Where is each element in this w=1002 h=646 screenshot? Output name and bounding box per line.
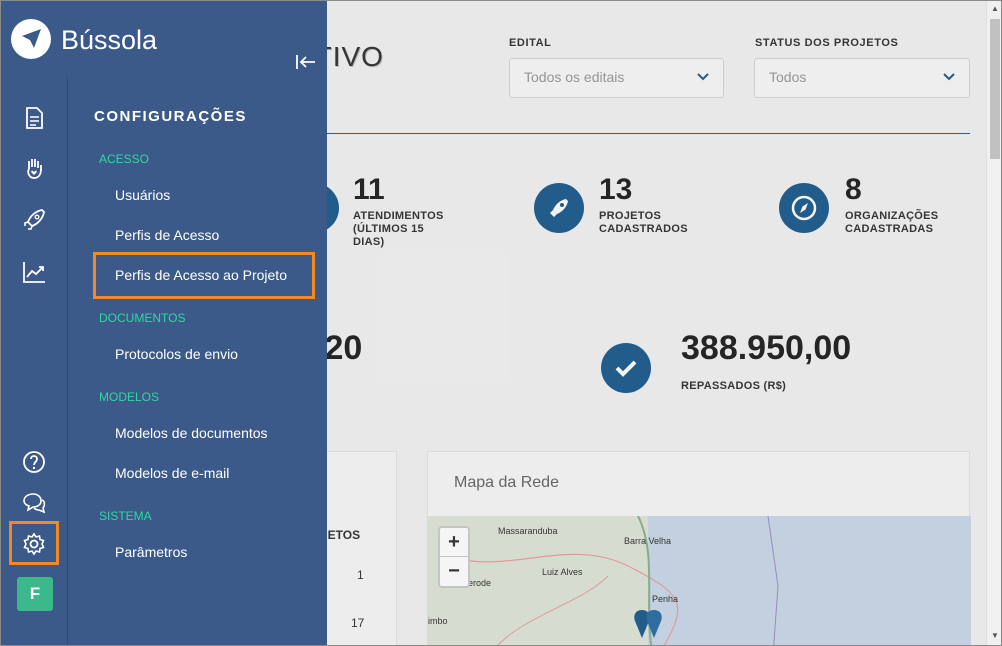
- menu-heading: CONFIGURAÇÕES: [94, 108, 247, 125]
- menu-item-usuarios[interactable]: Usuários: [115, 187, 170, 203]
- stat-label-organizacoes: ORGANIZAÇÕES CADASTRADAS: [845, 210, 939, 235]
- menu-item-protocolos-envio[interactable]: Protocolos de envio: [115, 346, 238, 362]
- status-select[interactable]: Todos: [754, 58, 970, 98]
- status-select-value: Todos: [769, 69, 807, 85]
- map-card: Mapa da Rede Massaranduba Barra Velha Lu…: [427, 451, 971, 646]
- network-map[interactable]: Massaranduba Barra Velha Luiz Alves Penh…: [428, 516, 971, 646]
- rail-divider: [67, 77, 68, 645]
- edital-select-value: Todos os editais: [524, 69, 625, 85]
- chat-icon[interactable]: [21, 490, 47, 516]
- header-divider: [327, 133, 970, 134]
- hand-heart-icon[interactable]: [21, 155, 47, 181]
- stat-value-atendimentos: 11: [353, 173, 385, 206]
- map-place-label: Luiz Alves: [542, 567, 583, 577]
- menu-item-perfis-acesso-projeto[interactable]: Perfis de Acesso ao Projeto: [115, 267, 287, 283]
- zoom-out-button[interactable]: −: [440, 557, 468, 586]
- stat-value-projetos: 13: [599, 173, 633, 206]
- stat-label-projetos: PROJETOS CADASTRADOS: [599, 210, 688, 235]
- rocket-icon[interactable]: [21, 207, 47, 233]
- map-place-label: Barra Velha: [624, 536, 672, 546]
- brand-bar: Bússola: [1, 1, 327, 77]
- map-title: Mapa da Rede: [454, 474, 559, 491]
- menu-section-sistema: SISTEMA: [99, 509, 152, 523]
- chevron-down-icon: [943, 73, 955, 81]
- scroll-thumb[interactable]: [990, 19, 1000, 159]
- bussola-logo-icon: [11, 19, 51, 59]
- map-place-label: imbo: [428, 616, 448, 626]
- menu-item-parametros[interactable]: Parâmetros: [115, 544, 187, 560]
- menu-section-documentos: DOCUMENTOS: [99, 311, 186, 325]
- app-window: ATIVO EDITAL Todos os editais STATUS DOS…: [0, 0, 1002, 646]
- repassados-value: 388.950,00: [681, 329, 852, 367]
- map-marker-icon[interactable]: [632, 608, 668, 646]
- user-avatar[interactable]: F: [17, 577, 53, 611]
- map-place-label: Massaranduba: [498, 526, 558, 536]
- menu-item-perfis-acesso[interactable]: Perfis de Acesso: [115, 227, 219, 243]
- zoom-in-button[interactable]: +: [440, 528, 468, 557]
- menu-item-modelos-email[interactable]: Modelos de e-mail: [115, 465, 229, 481]
- scroll-down-arrow[interactable]: ▼: [991, 631, 999, 640]
- chevron-down-icon: [697, 73, 709, 81]
- table-cell: 17: [351, 616, 365, 630]
- edital-select[interactable]: Todos os editais: [509, 58, 724, 98]
- vertical-scrollbar[interactable]: ▲ ▼: [986, 1, 1001, 645]
- gear-icon[interactable]: [21, 531, 47, 557]
- menu-item-modelos-documentos[interactable]: Modelos de documentos: [115, 425, 268, 441]
- edital-filter-label: EDITAL: [509, 37, 552, 49]
- document-icon[interactable]: [21, 105, 47, 131]
- status-filter-label: STATUS DOS PROJETOS: [755, 37, 899, 49]
- menu-section-acesso: ACESSO: [99, 152, 150, 166]
- icon-rail: F: [1, 1, 68, 645]
- map-place-label: erode: [468, 578, 492, 588]
- menu-section-modelos: MODELOS: [99, 390, 160, 404]
- map-place-label: Penha: [652, 594, 679, 604]
- map-zoom-control: + −: [438, 526, 470, 588]
- chart-line-icon[interactable]: [21, 259, 47, 285]
- repassados-label: REPASSADOS (R$): [681, 380, 787, 392]
- collapse-sidebar-icon[interactable]: [295, 53, 317, 71]
- stat-label-atendimentos: ATENDIMENTOS (ÚLTIMOS 15 DIAS): [353, 210, 444, 248]
- compass-icon: [779, 183, 829, 233]
- help-icon[interactable]: [21, 449, 47, 475]
- table-cell: 1: [357, 568, 364, 582]
- scroll-up-arrow[interactable]: ▲: [991, 4, 999, 13]
- stat-value-organizacoes: 8: [845, 173, 862, 206]
- check-icon: [601, 343, 651, 393]
- brand-name: Bússola: [61, 25, 158, 55]
- rocket-icon: [534, 183, 584, 233]
